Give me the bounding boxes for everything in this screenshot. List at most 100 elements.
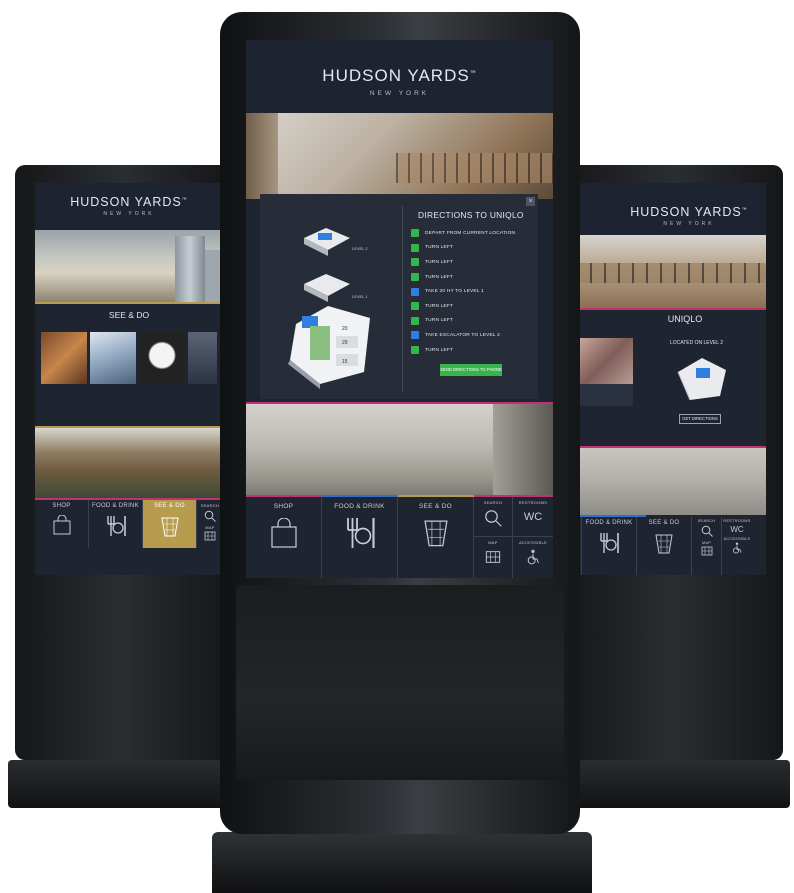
right-nav-search[interactable]: SEARCH MAP (692, 517, 722, 575)
right-nav-accessible-label: ACCESSIBLE (723, 537, 751, 541)
right-logo-bar: HUDSON YARDS™ NEW YORK (576, 183, 766, 235)
step-text: TURN LEFT (425, 245, 454, 251)
left-thumb[interactable] (90, 332, 137, 384)
right-nav-seedo[interactable]: SEE & DO (637, 517, 692, 575)
fork-knife-icon (600, 533, 619, 553)
left-nav-food[interactable]: FOOD & DRINK (89, 500, 143, 548)
step-arrow-icon (411, 316, 419, 325)
left-logo-bar: HUDSON YARDS™ NEW YORK (35, 183, 223, 230)
right-nav-restrooms-label: RESTROOMS (723, 519, 751, 523)
step-text: TURN LEFT (425, 347, 454, 353)
directions-map: LEVEL 2 LEVEL 1 20 29 15 (288, 228, 370, 389)
close-icon[interactable]: × (526, 197, 535, 206)
wc-icon: WC (730, 525, 744, 534)
right-nav-food[interactable]: FOOD & DRINK (582, 517, 637, 575)
map-icon (701, 546, 712, 556)
search-icon (485, 510, 502, 527)
right-nav-food-label: FOOD & DRINK (585, 520, 633, 526)
right-floor-map (677, 358, 726, 401)
fork-knife-icon (346, 518, 375, 548)
shopping-bag-icon (270, 518, 297, 548)
right-store-photo (579, 338, 633, 384)
step-arrow-icon (411, 229, 419, 238)
center-nav-restrooms[interactable]: RESTROOMS WC (513, 497, 553, 537)
map-icon (204, 531, 216, 541)
step-row: TURN LEFT (411, 299, 531, 314)
center-crowd-photo (246, 404, 553, 495)
left-vessel-photo (35, 428, 223, 498)
left-kiosk-screen: HUDSON YARDS™ NEW YORK SEE & DO SHOP FOO… (35, 183, 223, 575)
get-directions-button[interactable]: GET DIRECTIONS (679, 414, 721, 424)
right-location-text: LOCATED ON LEVEL 2 (670, 340, 724, 346)
center-nav-restrooms-label: RESTROOMS (518, 500, 548, 505)
step-text: TAKE ESCALATOR TO LEVEL 2 (425, 332, 501, 338)
right-crowd-photo (576, 448, 766, 515)
center-kiosk-stand (212, 832, 592, 893)
wheelchair-icon (527, 549, 539, 565)
center-nav-bar: SHOP FOOD & DRINK SEE & DO SEARCH RESTRO… (246, 497, 553, 578)
step-text: TURN LEFT (425, 274, 454, 280)
vessel-icon (160, 517, 179, 537)
center-nav-food-label: FOOD & DRINK (334, 503, 385, 510)
step-text: TAKE 20 HY TO LEVEL 1 (425, 289, 484, 295)
center-logo-title: HUDSON YARDS™ (322, 66, 477, 85)
center-nav-seedo-label: SEE & DO (418, 503, 453, 510)
send-directions-button[interactable]: SEND DIRECTIONS TO PHONE (440, 364, 502, 376)
vessel-icon (655, 534, 673, 554)
left-thumb[interactable] (139, 332, 186, 384)
step-row: TAKE 20 HY TO LEVEL 1 (411, 284, 531, 299)
step-row: TURN LEFT (411, 314, 531, 329)
step-text: TURN LEFT (425, 303, 454, 309)
center-nav-map[interactable]: MAP (474, 537, 513, 578)
center-ceiling-photo (246, 113, 553, 199)
left-logo-title: HUDSON YARDS™ (70, 195, 188, 209)
step-row: TURN LEFT (411, 255, 531, 270)
step-arrow-icon (411, 258, 419, 267)
right-store-title: UNIQLO (667, 314, 703, 324)
left-nav-shop-label: SHOP (52, 503, 71, 509)
right-nav-restrooms[interactable]: RESTROOMS WC ACCESSIBLE (722, 517, 752, 575)
step-row: TURN LEFT (411, 270, 531, 285)
center-nav-accessible[interactable]: ACCESSIBLE (513, 537, 553, 578)
center-logo-subtitle: NEW YORK (369, 90, 430, 97)
center-nav-shop[interactable]: SHOP (246, 497, 322, 578)
center-nav-map-label: MAP (488, 540, 498, 545)
left-nav-bar: SHOP FOOD & DRINK SEE & DO SEARCH MAP (35, 500, 223, 548)
step-row: TAKE ESCALATOR TO LEVEL 2 (411, 328, 531, 343)
center-nav-grid: SEARCH RESTROOMS WC MAP ACCESSIBLE (474, 497, 553, 578)
wc-icon: WC (523, 511, 543, 523)
wheelchair-icon (733, 542, 742, 554)
center-kiosk-reflection (236, 585, 564, 780)
center-nav-accessible-label: ACCESSIBLE (518, 540, 548, 545)
right-kiosk-screen: HUDSON YARDS™ NEW YORK UNIQLO LOCATED ON… (576, 183, 766, 575)
left-thumb[interactable] (188, 332, 217, 384)
step-arrow-icon (411, 273, 419, 282)
map-number-20: 20 (342, 326, 348, 332)
center-nav-food[interactable]: FOOD & DRINK (322, 497, 398, 578)
step-text: TURN LEFT (425, 259, 454, 265)
left-thumb[interactable] (41, 332, 88, 384)
fork-knife-icon (106, 516, 126, 536)
step-arrow-icon (411, 302, 419, 311)
search-icon (204, 510, 216, 522)
step-row: DEPART FROM CURRENT LOCATION (411, 226, 531, 241)
left-nav-seedo-label: SEE & DO (154, 503, 185, 509)
step-row: TURN LEFT (411, 241, 531, 256)
step-row: TURN LEFT (411, 343, 531, 358)
step-text: DEPART FROM CURRENT LOCATION (425, 230, 516, 236)
left-nav-food-label: FOOD & DRINK (92, 503, 139, 509)
center-nav-search[interactable]: SEARCH (474, 497, 513, 537)
map-level-1-label: LEVEL 1 (352, 294, 368, 299)
right-store-info (579, 384, 633, 406)
center-nav-search-label: SEARCH (483, 500, 503, 505)
left-nav-shop[interactable]: SHOP (35, 500, 89, 548)
left-nav-seedo-active[interactable]: SEE & DO (143, 500, 197, 548)
shopping-bag-icon (53, 515, 70, 535)
directions-modal: × LEVEL 2 LEVEL 1 20 29 15 DIRECTIONS TO… (260, 194, 538, 399)
right-nav-map-label: MAP (701, 541, 712, 545)
left-logo-subtitle: NEW YORK (103, 211, 155, 217)
right-nav-search-label: SEARCH (697, 519, 716, 523)
center-logo-bar: HUDSON YARDS™ NEW YORK (246, 40, 553, 113)
center-nav-seedo[interactable]: SEE & DO (398, 497, 474, 578)
right-nav-seedo-label: SEE & DO (648, 520, 680, 526)
